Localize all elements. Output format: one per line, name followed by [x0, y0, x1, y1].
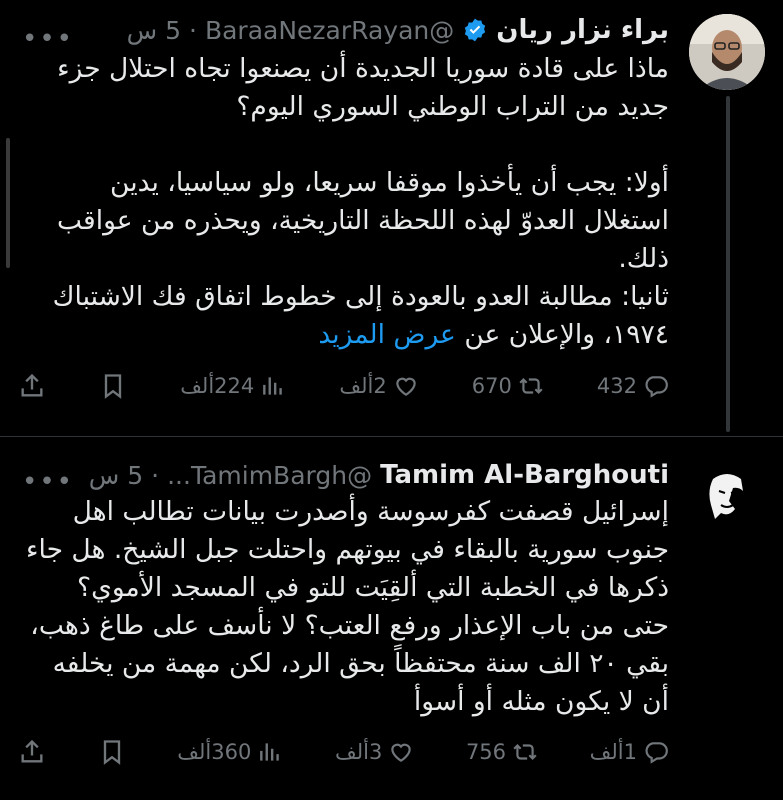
reply-count: 432 — [596, 374, 637, 398]
retweet-button[interactable]: 670 — [472, 373, 544, 399]
like-button[interactable]: 3ألف — [335, 739, 414, 765]
like-count: 2ألف — [339, 374, 387, 398]
timestamp[interactable]: 5 س — [89, 461, 143, 490]
tweet-2[interactable]: Tamim Al-Barghouti @TamimBargh... · 5 س … — [0, 437, 783, 800]
avatar[interactable] — [689, 461, 765, 537]
avatar[interactable] — [689, 14, 765, 90]
views-button[interactable]: 224ألف — [180, 373, 286, 399]
views-chart-icon — [260, 743, 280, 761]
share-icon — [21, 373, 43, 397]
reply-icon — [645, 742, 668, 764]
tweet-actions: 1ألف 756 3ألف 360ألف — [18, 738, 669, 766]
retweet-count: 756 — [465, 740, 507, 764]
tweet-header: براء نزار ريان @BaraaNezarRayan · 5 س — [24, 10, 669, 50]
tweet-1[interactable]: براء نزار ريان @BaraaNezarRayan · 5 س ••… — [0, 0, 783, 437]
avatar-photo — [689, 14, 765, 90]
retweet-icon — [519, 377, 543, 395]
tweet-actions: 432 670 2ألف 224ألف — [18, 372, 669, 400]
bookmark-icon — [103, 740, 120, 765]
tweet-text: ماذا على قادة سوريا الجديدة أن يصنعوا تج… — [24, 50, 669, 354]
views-count: 224ألف — [180, 374, 255, 398]
verified-badge-icon — [465, 18, 486, 42]
heart-icon — [391, 743, 412, 762]
reply-count: 1ألف — [589, 740, 637, 764]
handle[interactable]: @BaraaNezarRayan — [205, 16, 454, 45]
handle[interactable]: @TamimBargh... — [167, 461, 372, 490]
views-chart-icon — [263, 377, 283, 395]
bookmark-button[interactable] — [99, 372, 127, 400]
tweet-header: Tamim Al-Barghouti @TamimBargh... · 5 س — [24, 455, 669, 495]
reply-button[interactable]: 1ألف — [590, 739, 669, 765]
separator-dot: · — [151, 460, 160, 490]
thread-line — [726, 96, 730, 432]
display-name[interactable]: براء نزار ريان — [496, 15, 669, 45]
bookmark-button[interactable] — [98, 738, 126, 766]
tweet-text: إسرائيل قصفت كفرسوسة وأصدرت بيانات تطالب… — [24, 493, 669, 721]
timestamp[interactable]: 5 س — [127, 16, 181, 45]
reply-icon — [645, 376, 668, 398]
views-button[interactable]: 360ألف — [177, 739, 283, 765]
retweet-icon — [513, 743, 537, 761]
avatar-photo — [689, 461, 765, 537]
like-button[interactable]: 2ألف — [339, 373, 418, 399]
tweet-paragraph: ماذا على قادة سوريا الجديدة أن يصنعوا تج… — [57, 53, 669, 122]
reply-button[interactable]: 432 — [597, 373, 669, 399]
share-icon — [21, 739, 43, 763]
bookmark-icon — [104, 374, 122, 399]
retweet-count: 670 — [471, 374, 512, 398]
retweet-button[interactable]: 756 — [466, 739, 538, 765]
scroll-indicator — [6, 138, 10, 268]
like-count: 3ألف — [334, 740, 383, 764]
tweet-paragraph: ثانيا: مطالبة العدو بالعودة إلى خطوط اتف… — [24, 278, 669, 354]
separator-dot: · — [189, 15, 197, 45]
share-button[interactable] — [18, 738, 46, 766]
heart-icon — [395, 377, 416, 396]
share-button[interactable] — [18, 372, 46, 400]
show-more-link[interactable]: عرض المزيد — [318, 319, 456, 350]
tweet-paragraph: أولا: يجب أن يأخذوا موقفا سريعا، ولو سيا… — [57, 167, 669, 274]
display-name[interactable]: Tamim Al-Barghouti — [380, 460, 669, 490]
views-count: 360ألف — [177, 740, 252, 764]
tweet-paragraph: إسرائيل قصفت كفرسوسة وأصدرت بيانات تطالب… — [26, 496, 669, 717]
